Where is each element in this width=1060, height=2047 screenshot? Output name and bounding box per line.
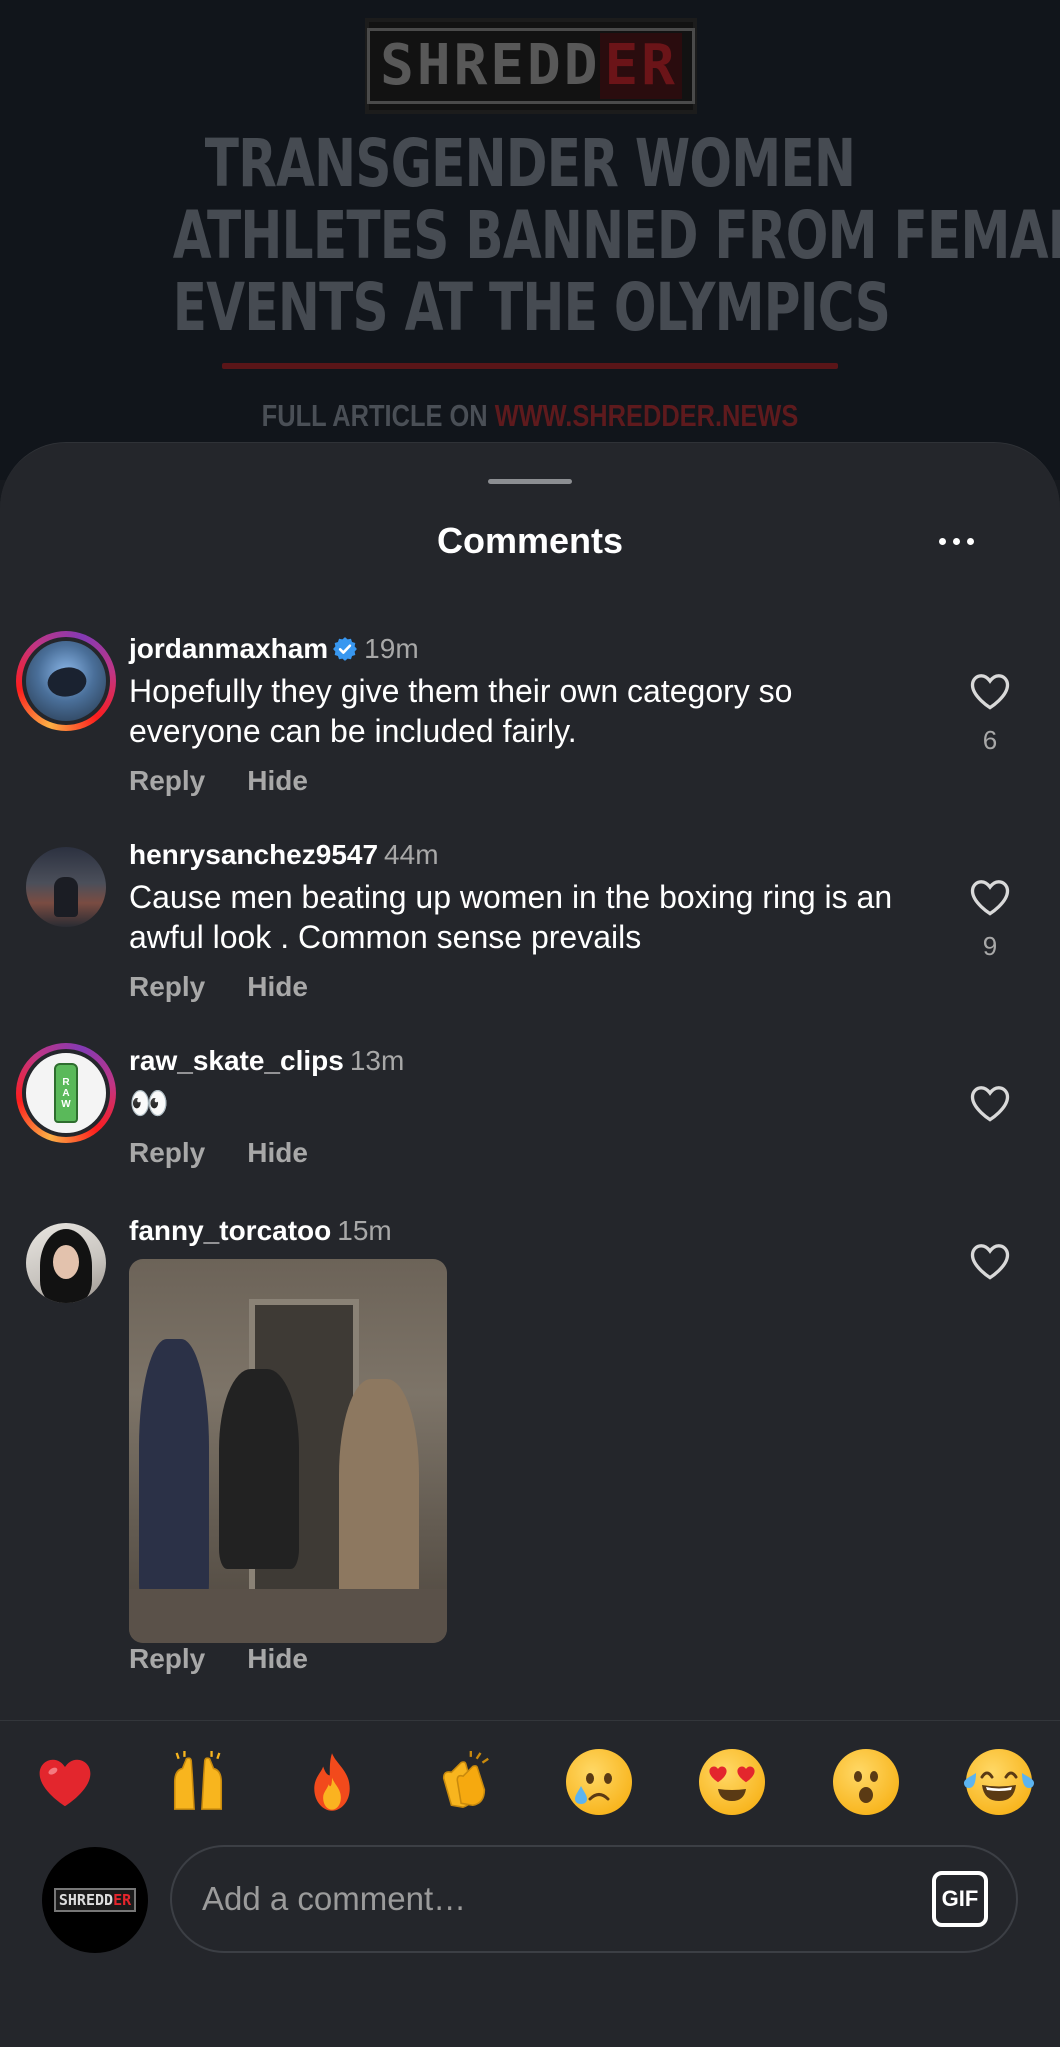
surprised-face-emoji-button[interactable] — [832, 1749, 899, 1815]
heart-eyes-emoji-button[interactable] — [699, 1749, 766, 1815]
person-avatar — [26, 847, 106, 927]
reply-button[interactable]: Reply — [129, 765, 205, 797]
crying-face-emoji-button[interactable] — [565, 1749, 632, 1815]
quick-reactions — [32, 1749, 1034, 1815]
shredder-logo: SHREDD ER — [365, 18, 697, 114]
heart-icon[interactable] — [969, 877, 1011, 917]
hide-button[interactable]: Hide — [247, 971, 308, 1003]
headline-line: TRANSGENDER WOMEN — [204, 125, 856, 202]
comment-time: 15m — [337, 1215, 392, 1246]
comment-composer-bar: SHREDDER GIF — [0, 1720, 1060, 2047]
more-options-icon[interactable] — [930, 521, 982, 561]
full-article-caption: FULL ARTICLE ON WWW.SHREDDER.NEWS — [261, 398, 799, 433]
raising-hands-emoji-button[interactable] — [165, 1749, 231, 1815]
reply-button[interactable]: Reply — [129, 1137, 205, 1169]
comment-time: 13m — [349, 1045, 405, 1076]
headline-line: ATHLETES BANNED FROM FEMALE — [172, 197, 1060, 274]
heart-icon[interactable] — [969, 671, 1011, 711]
drag-handle[interactable] — [488, 479, 572, 484]
tears-of-joy-emoji-button[interactable] — [963, 1749, 1034, 1815]
gif-button[interactable]: GIF — [932, 1871, 988, 1927]
like-count: 9 — [982, 931, 998, 961]
fire-emoji-button[interactable] — [299, 1749, 365, 1815]
comment-text: Cause men beating up women in the boxing… — [129, 879, 893, 955]
comment-input[interactable] — [202, 1847, 882, 1951]
comment-text: 👀 — [129, 1085, 169, 1121]
clapping-hands-emoji-button[interactable] — [432, 1749, 498, 1815]
avatar-story-ring[interactable]: RAW — [16, 1043, 116, 1143]
hide-button[interactable]: Hide — [247, 1137, 308, 1169]
comment-username[interactable]: fanny_torcatoo — [129, 1215, 331, 1246]
red-heart-icon — [39, 1759, 91, 1807]
post-headline: TRANSGENDER WOMEN ATHLETES BANNED FROM F… — [172, 125, 1060, 346]
comment-time: 19m — [364, 633, 419, 664]
celebration-gif[interactable] — [129, 1259, 447, 1643]
comment-username[interactable]: raw_skate_clips — [129, 1045, 344, 1076]
reply-button[interactable]: Reply — [129, 1643, 205, 1675]
avatar-button[interactable] — [16, 1213, 116, 1313]
shredder-logo: SHREDD ER — [53, 1888, 137, 1912]
raising-hands-icon — [174, 1751, 223, 1810]
current-user-avatar[interactable]: SHREDD ER — [42, 1847, 148, 1953]
headline-line: EVENTS AT THE OLYMPICS — [172, 269, 891, 346]
heart-icon[interactable] — [969, 1083, 1011, 1123]
verified-badge-icon — [333, 637, 358, 661]
comment-username[interactable]: jordanmaxham — [129, 633, 328, 664]
raw-can-avatar: RAW — [22, 1049, 110, 1137]
heart-icon[interactable] — [969, 1241, 1011, 1281]
avatar-button[interactable] — [16, 837, 116, 937]
woman-avatar — [26, 1223, 106, 1303]
headline-divider — [222, 363, 838, 369]
hide-button[interactable]: Hide — [247, 765, 308, 797]
comment-username[interactable]: henrysanchez9547 — [129, 839, 378, 870]
fire-icon — [314, 1753, 350, 1811]
comment-time: 44m — [384, 839, 439, 870]
skateboarder-avatar — [22, 637, 110, 725]
clapping-hands-icon — [443, 1751, 490, 1808]
sheet-title: Comments — [436, 520, 624, 561]
comment-input-container: GIF — [170, 1845, 1018, 1953]
like-count: 6 — [982, 725, 998, 755]
hide-button[interactable]: Hide — [247, 1643, 308, 1675]
comment-text: Hopefully they give them their own categ… — [129, 673, 793, 749]
heart-emoji-button[interactable] — [32, 1749, 98, 1815]
reply-button[interactable]: Reply — [129, 971, 205, 1003]
post-image: SHREDD ER TRANSGENDER WOMEN ATHLETES BANN… — [0, 0, 1060, 480]
avatar-story-ring[interactable] — [16, 631, 116, 731]
raw-can-icon: RAW — [54, 1063, 78, 1123]
